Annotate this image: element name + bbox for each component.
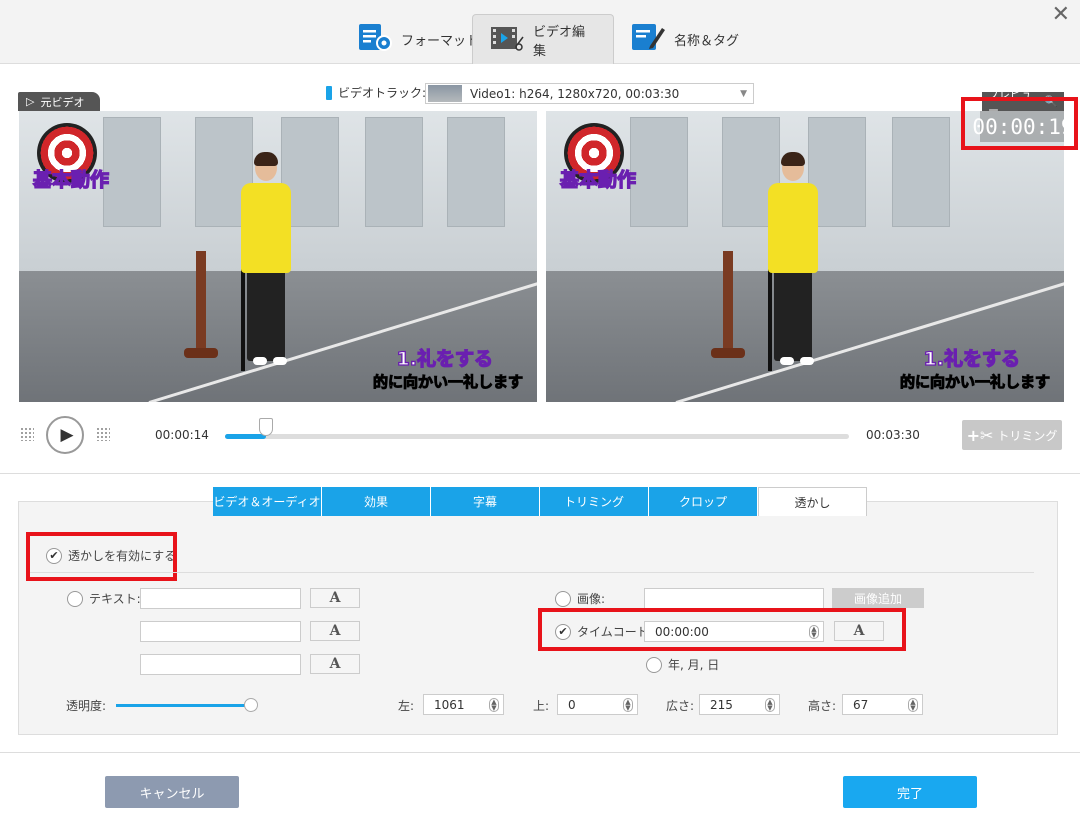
tab-effects[interactable]: 効果 <box>322 487 431 516</box>
edit-tabs: ビデオ＆オーディオ 効果 字幕 トリミング クロップ 透かし <box>213 487 867 516</box>
track-icon <box>326 85 332 100</box>
seek-bar-fill <box>225 434 266 439</box>
font-button-1[interactable]: A <box>310 588 360 608</box>
play-icon: ▶ <box>60 425 74 445</box>
overlay-title: 基本動作 <box>32 168 110 191</box>
tab-video-edit-label: ビデオ編集 <box>533 24 586 59</box>
original-video: 基本動作 1.礼をする 的に向かい一礼します <box>19 111 537 402</box>
divider <box>0 473 1080 474</box>
left-label: 左: <box>398 697 414 714</box>
track-thumbnail <box>428 85 462 102</box>
close-icon[interactable]: ✕ <box>1052 2 1070 27</box>
cancel-button[interactable]: キャンセル <box>105 776 239 808</box>
width-value: 215 <box>710 697 733 712</box>
highlight-timecode-row <box>538 608 906 651</box>
scissors-icon: +✂ <box>966 425 994 445</box>
height-label-text: 高さ: <box>808 699 837 713</box>
play-button[interactable]: ▶ <box>46 416 84 454</box>
tab-name-tag-label: 名称＆タグ <box>674 33 740 49</box>
text-input-3[interactable] <box>140 654 301 675</box>
image-label: 画像: <box>577 592 606 606</box>
text-checkbox[interactable]: テキスト: <box>67 590 141 607</box>
original-video-text: 元ビデオ <box>40 95 85 109</box>
video-track-value: Video1: h264, 1280x720, 00:03:30 <box>470 86 680 101</box>
seek-bar[interactable] <box>225 418 849 439</box>
name-tag-icon <box>630 22 666 56</box>
video-edit-icon <box>489 23 525 57</box>
play-outline-icon: ▷ <box>26 95 35 108</box>
frame-forward-icon[interactable] <box>96 427 110 441</box>
tab-trimming[interactable]: トリミング <box>540 487 649 516</box>
tab-format-label: フォーマット <box>401 33 480 49</box>
width-input[interactable]: 215 ▲ ▼ <box>699 694 780 715</box>
opacity-label: 透明度: <box>66 697 106 714</box>
total-time: 00:03:30 <box>866 428 920 442</box>
opacity-label-text: 透明度: <box>66 699 107 713</box>
checkbox-empty-icon <box>555 590 571 607</box>
divider <box>30 572 1034 573</box>
date-checkbox[interactable]: 年, 月, 日 <box>646 656 719 673</box>
divider <box>0 752 1080 753</box>
checkbox-empty-icon <box>646 656 662 673</box>
preview-video: 基本動作 1.礼をする 的に向かい一礼します 00:00:19 <box>546 111 1064 402</box>
font-button-3[interactable]: A <box>310 654 360 674</box>
current-time: 00:00:14 <box>155 428 209 442</box>
add-image-button[interactable]: 画像追加 <box>832 588 924 608</box>
format-icon <box>357 22 393 56</box>
frame-back-icon[interactable] <box>20 427 34 441</box>
trim-button[interactable]: +✂ トリミング <box>962 420 1062 450</box>
top-label: 上: <box>533 697 549 714</box>
height-label: 高さ: <box>808 697 836 714</box>
video-track-label: ビデオトラック: <box>338 86 427 100</box>
video-track-select[interactable]: Video1: h264, 1280x720, 00:03:30 ▼ <box>425 83 754 104</box>
text-input-2[interactable] <box>140 621 301 642</box>
done-button[interactable]: 完了 <box>843 776 977 808</box>
seek-handle[interactable] <box>258 418 273 436</box>
spin-arrows-icon[interactable]: ▲ ▼ <box>623 697 633 712</box>
spin-arrows-icon[interactable]: ▲ ▼ <box>489 697 499 712</box>
trim-button-label: トリミング <box>997 428 1058 443</box>
width-label: 広さ: <box>666 697 694 714</box>
tab-crop[interactable]: クロップ <box>649 487 758 516</box>
tab-video-audio[interactable]: ビデオ＆オーディオ <box>213 487 322 516</box>
date-label: 年, 月, 日 <box>668 658 720 672</box>
tab-name-tag[interactable]: 名称＆タグ <box>614 14 755 64</box>
tab-subtitles[interactable]: 字幕 <box>431 487 540 516</box>
image-checkbox[interactable]: 画像: <box>555 590 605 607</box>
top-input[interactable]: 0 ▲ ▼ <box>557 694 638 715</box>
height-input[interactable]: 67 ▲ ▼ <box>842 694 923 715</box>
original-video-label: ▷ 元ビデオ <box>18 92 100 111</box>
subtitle-line-2: 的に向かい一礼します <box>372 373 523 392</box>
video-track-label-group: ビデオトラック: <box>326 84 426 101</box>
chevron-down-icon: ▼ <box>740 88 747 99</box>
text-label: テキスト: <box>89 592 141 606</box>
spin-arrows-icon[interactable]: ▲ ▼ <box>908 697 918 712</box>
subtitle-line-1: 1.礼をする <box>396 347 494 370</box>
left-input[interactable]: 1061 ▲ ▼ <box>423 694 504 715</box>
highlight-timecode-preview <box>961 97 1078 150</box>
font-button-2[interactable]: A <box>310 621 360 641</box>
image-path-input[interactable] <box>644 588 824 609</box>
top-value: 0 <box>568 697 576 712</box>
opacity-slider[interactable] <box>116 698 258 712</box>
width-label-text: 広さ: <box>666 699 695 713</box>
overlay-title: 基本動作 <box>559 168 637 191</box>
checkbox-empty-icon <box>67 590 83 607</box>
highlight-enable-watermark <box>26 532 177 581</box>
top-label-text: 上: <box>533 699 550 713</box>
left-label-text: 左: <box>398 699 415 713</box>
text-input-1[interactable] <box>140 588 301 609</box>
height-value: 67 <box>853 697 869 712</box>
opacity-slider-knob[interactable] <box>244 698 258 712</box>
subtitle-line-2: 的に向かい一礼します <box>899 373 1050 392</box>
spin-arrows-icon[interactable]: ▲ ▼ <box>765 697 775 712</box>
tab-watermark[interactable]: 透かし <box>758 487 867 516</box>
left-value: 1061 <box>434 697 465 712</box>
subtitle-line-1: 1.礼をする <box>923 347 1021 370</box>
tab-video-edit[interactable]: ビデオ編集 <box>472 14 614 64</box>
